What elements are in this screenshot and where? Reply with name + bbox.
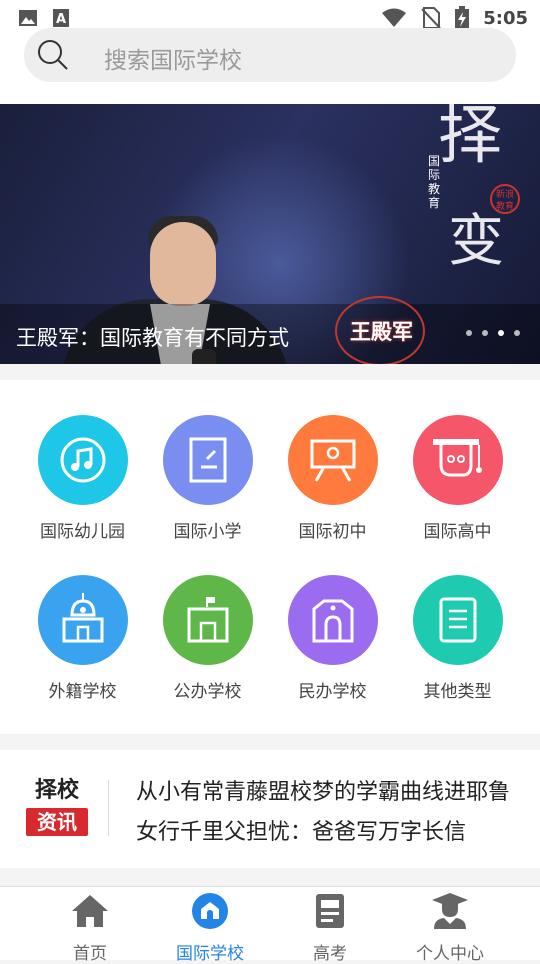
home-icon (72, 895, 108, 927)
category-label: 国际幼儿园 (40, 522, 125, 542)
calligraphy-small-text: 国际教育 (428, 154, 441, 210)
category-international-middle[interactable]: 国际初中 (270, 415, 395, 542)
carousel-indicator (466, 330, 520, 336)
category-international-high[interactable]: 国际高中 (395, 415, 520, 542)
carousel-dot-active[interactable] (498, 330, 504, 336)
tab-international-school[interactable]: 国际学校 (155, 891, 265, 964)
category-international-primary[interactable]: 国际小学 (145, 415, 270, 542)
document-list-icon (412, 575, 503, 665)
news-item[interactable]: 从小有常青藤盟校梦的学霸曲线进耶鲁 (136, 774, 510, 806)
user-graduate-icon (432, 893, 468, 929)
text-notification-icon: A (53, 9, 69, 27)
search-icon (38, 40, 68, 70)
search-placeholder[interactable]: 搜索国际学校 (104, 41, 242, 75)
carousel-dot[interactable] (482, 330, 488, 336)
flag-building-icon (162, 575, 253, 665)
category-international-kindergarten[interactable]: 国际幼儿园 (20, 415, 145, 542)
category-label: 公办学校 (173, 682, 242, 702)
tab-gaokao[interactable]: 高考 (275, 891, 385, 964)
calligraphy-artwork: 择 国际教育 新浪教育 变 (428, 104, 528, 304)
image-notification-icon (19, 10, 37, 26)
category-grid: 国际幼儿园 国际小学 国际初中 国际高中 外籍学校 公办学校 民办学校 其他类型 (0, 380, 540, 734)
category-label: 外籍学校 (48, 682, 117, 702)
no-sim-icon (421, 7, 441, 29)
exam-paper-icon (316, 894, 344, 928)
calligraphy-char-2: 变 (448, 209, 504, 274)
news-logo-bottom: 资讯 (26, 808, 88, 836)
tab-label: 首页 (73, 944, 107, 964)
speaker-face (150, 222, 216, 306)
news-section: 择校 资讯 从小有常青藤盟校梦的学霸曲线进耶鲁 女行千里父担忧：爸爸写万字长信 (0, 750, 540, 868)
tab-label: 国际学校 (176, 944, 244, 964)
category-label: 国际初中 (298, 522, 367, 542)
calligraphy-char-1: 择 (438, 104, 502, 173)
news-item[interactable]: 女行千里父担忧：爸爸写万字长信 (136, 814, 466, 846)
presentation-board-icon (287, 415, 378, 505)
category-other[interactable]: 其他类型 (395, 575, 520, 702)
search-bar[interactable]: 搜索国际学校 (24, 28, 516, 82)
clock: 5:05 (483, 7, 528, 29)
category-label: 其他类型 (423, 682, 492, 702)
notebook-icon (162, 415, 253, 505)
category-label: 民办学校 (298, 682, 367, 702)
arch-building-icon (287, 575, 378, 665)
wifi-icon (382, 8, 407, 27)
battery-charging-icon (455, 6, 470, 30)
tab-label: 高考 (313, 944, 347, 964)
banner-caption[interactable]: 王殿军：国际教育有不同方式 (16, 322, 289, 352)
carousel-dot[interactable] (466, 330, 472, 336)
graduation-cap-icon (412, 415, 503, 505)
news-logo-top: 择校 (34, 778, 79, 803)
music-note-icon (37, 415, 128, 505)
tab-label: 个人中心 (416, 944, 484, 964)
category-private-school[interactable]: 民办学校 (270, 575, 395, 702)
tab-home[interactable]: 首页 (35, 891, 145, 964)
school-circle-icon (192, 893, 228, 929)
category-public-school[interactable]: 公办学校 (145, 575, 270, 702)
bottom-tab-bar: 首页 国际学校 高考 个人中心 (0, 886, 540, 964)
category-label: 国际高中 (423, 522, 492, 542)
banner-carousel[interactable]: 择 国际教育 新浪教育 变 王殿军 王殿军：国际教育有不同方式 (0, 104, 540, 364)
mosque-building-icon (37, 575, 128, 665)
category-label: 国际小学 (173, 522, 242, 542)
tab-profile[interactable]: 个人中心 (395, 891, 505, 964)
carousel-dot[interactable] (514, 330, 520, 336)
category-foreign-school[interactable]: 外籍学校 (20, 575, 145, 702)
news-divider (108, 780, 109, 836)
name-badge: 王殿军 (350, 320, 413, 344)
svg-text:A: A (56, 12, 66, 27)
search-header: 搜索国际学校 (0, 28, 540, 104)
news-logo: 择校 资讯 (26, 778, 88, 838)
